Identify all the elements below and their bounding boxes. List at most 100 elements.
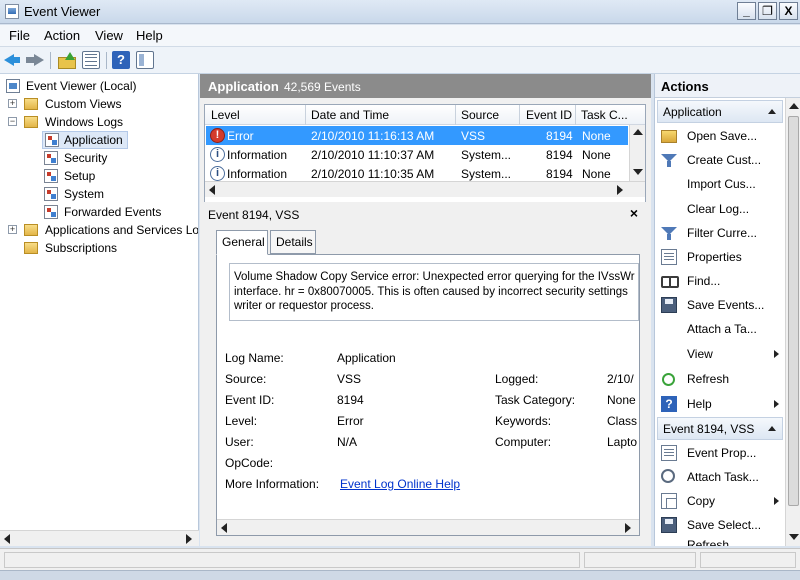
log-icon <box>45 133 59 147</box>
column-divider[interactable] <box>455 105 456 125</box>
scroll-left-icon[interactable] <box>209 185 215 195</box>
action-properties[interactable]: Properties <box>661 246 783 268</box>
action-event-properties[interactable]: Event Prop... <box>661 442 783 464</box>
column-divider[interactable] <box>575 105 576 125</box>
scroll-up-icon[interactable] <box>789 103 799 109</box>
actions-vertical-scrollbar[interactable] <box>785 98 800 546</box>
scroll-right-icon[interactable] <box>617 185 623 195</box>
menu-action[interactable]: Action <box>44 28 80 43</box>
action-create-custom-view[interactable]: Create Cust... <box>661 149 783 171</box>
action-save-events[interactable]: Save Events... <box>661 294 783 316</box>
action-import-custom-view[interactable]: Import Cus... <box>661 173 783 195</box>
window-title: Event Viewer <box>24 4 101 19</box>
scroll-down-icon[interactable] <box>789 534 799 540</box>
column-header-source[interactable]: Source <box>461 108 499 122</box>
log-icon <box>44 205 58 219</box>
minimize-button[interactable]: _ <box>737 2 756 20</box>
up-folder-icon[interactable] <box>58 51 76 69</box>
show-hide-console-tree-icon[interactable] <box>82 51 100 69</box>
action-refresh[interactable]: Refresh <box>661 368 783 390</box>
tab-general[interactable]: General <box>216 230 268 255</box>
toolbar: ? <box>0 47 800 74</box>
scroll-down-icon[interactable] <box>633 169 643 175</box>
tree-item-forwarded-events[interactable]: Forwarded Events <box>44 203 194 221</box>
tree-item-event-viewer-local[interactable]: Event Viewer (Local) <box>6 77 196 95</box>
center-pane: Application 42,569 Events Level Date and… <box>200 74 651 546</box>
scroll-left-icon[interactable] <box>4 534 10 544</box>
action-help[interactable]: ? Help <box>661 393 783 415</box>
tree-item-application[interactable]: Application <box>42 131 128 149</box>
detail-horizontal-scrollbar[interactable] <box>217 519 639 535</box>
column-header-level[interactable]: Level <box>211 108 240 122</box>
actions-section-event[interactable]: Event 8194, VSS <box>657 417 783 440</box>
tree-item-custom-views[interactable]: + Custom Views <box>8 95 198 113</box>
help-icon[interactable]: ? <box>112 51 130 69</box>
action-save-selected-events[interactable]: Save Select... <box>661 514 783 536</box>
cell-task: None <box>582 148 611 162</box>
action-open-saved-log[interactable]: Open Save... <box>661 125 783 147</box>
show-hide-action-pane-icon[interactable] <box>136 51 154 69</box>
actions-section-application[interactable]: Application <box>657 100 783 123</box>
column-header-task-category[interactable]: Task C... <box>581 108 629 122</box>
tree-item-windows-logs[interactable]: − Windows Logs <box>8 113 198 131</box>
scrollbar-thumb[interactable] <box>788 116 799 506</box>
tree-item-setup[interactable]: Setup <box>44 167 194 185</box>
forward-arrow-icon[interactable] <box>26 51 44 69</box>
grid-vertical-scrollbar[interactable] <box>629 125 645 181</box>
back-arrow-icon[interactable] <box>4 51 22 69</box>
action-attach-task-to-event[interactable]: Attach Task... <box>661 466 783 488</box>
column-header-date[interactable]: Date and Time <box>311 108 389 122</box>
action-label: Refresh <box>687 538 730 546</box>
cell-event-id: 8194 <box>546 167 573 181</box>
action-label: Create Cust... <box>687 153 762 167</box>
close-icon[interactable]: × <box>630 205 638 221</box>
action-refresh-event[interactable]: Refresh <box>661 538 783 546</box>
tree-item-security[interactable]: Security <box>44 149 194 167</box>
column-header-event-id[interactable]: Event ID <box>526 108 572 122</box>
tree-item-label: Setup <box>64 169 96 183</box>
action-copy[interactable]: Copy <box>661 490 783 512</box>
expand-icon[interactable]: + <box>8 225 17 234</box>
scroll-right-icon[interactable] <box>186 534 192 544</box>
source-label: Source: <box>225 372 267 386</box>
scroll-up-icon[interactable] <box>633 129 643 135</box>
menu-help[interactable]: Help <box>136 28 163 43</box>
tree-item-subscriptions[interactable]: Subscriptions <box>8 239 198 257</box>
cell-level: Information <box>227 148 288 162</box>
expand-icon[interactable]: + <box>8 99 17 108</box>
event-log-online-help-link[interactable]: Event Log Online Help <box>340 477 460 491</box>
collapse-icon[interactable]: − <box>8 117 17 126</box>
menu-file[interactable]: File <box>9 28 30 43</box>
toolbar-divider <box>106 52 107 69</box>
taskbar-strip <box>0 570 800 580</box>
section-title: Application <box>663 105 722 119</box>
collapse-section-icon[interactable] <box>768 109 776 114</box>
tree-horizontal-scrollbar[interactable] <box>0 530 199 546</box>
collapse-section-icon[interactable] <box>768 426 776 431</box>
action-clear-log[interactable]: Clear Log... <box>661 198 783 220</box>
close-button[interactable]: X <box>779 2 798 20</box>
grid-horizontal-scrollbar[interactable] <box>205 181 645 197</box>
table-row[interactable]: i Information 2/10/2010 11:10:37 AM Syst… <box>206 145 628 164</box>
action-view[interactable]: View <box>661 343 783 365</box>
column-divider[interactable] <box>305 105 306 125</box>
tree-item-applications-and-services-logs[interactable]: + Applications and Services Lo <box>8 221 198 239</box>
column-divider[interactable] <box>519 105 520 125</box>
tab-details[interactable]: Details <box>270 230 316 254</box>
action-label: Copy <box>687 494 716 508</box>
event-message[interactable]: Volume Shadow Copy Service error: Unexpe… <box>229 263 639 321</box>
tree-item-system[interactable]: System <box>44 185 194 203</box>
menu-view[interactable]: View <box>95 28 123 43</box>
action-filter-current-log[interactable]: Filter Curre... <box>661 222 783 244</box>
tree-item-label: Application <box>64 133 123 147</box>
maximize-button[interactable]: ❐ <box>758 2 777 20</box>
table-row[interactable]: ! Error 2/10/2010 11:16:13 AM VSS 8194 N… <box>206 126 628 145</box>
action-find[interactable]: Find... <box>661 270 783 292</box>
log-icon <box>44 151 58 165</box>
properties-icon <box>661 249 677 265</box>
action-attach-task[interactable]: Attach a Ta... <box>661 318 783 340</box>
scroll-left-icon[interactable] <box>221 523 227 533</box>
log-header: Application 42,569 Events <box>200 74 651 98</box>
log-name-label: Log Name: <box>225 351 284 365</box>
scroll-right-icon[interactable] <box>625 523 631 533</box>
